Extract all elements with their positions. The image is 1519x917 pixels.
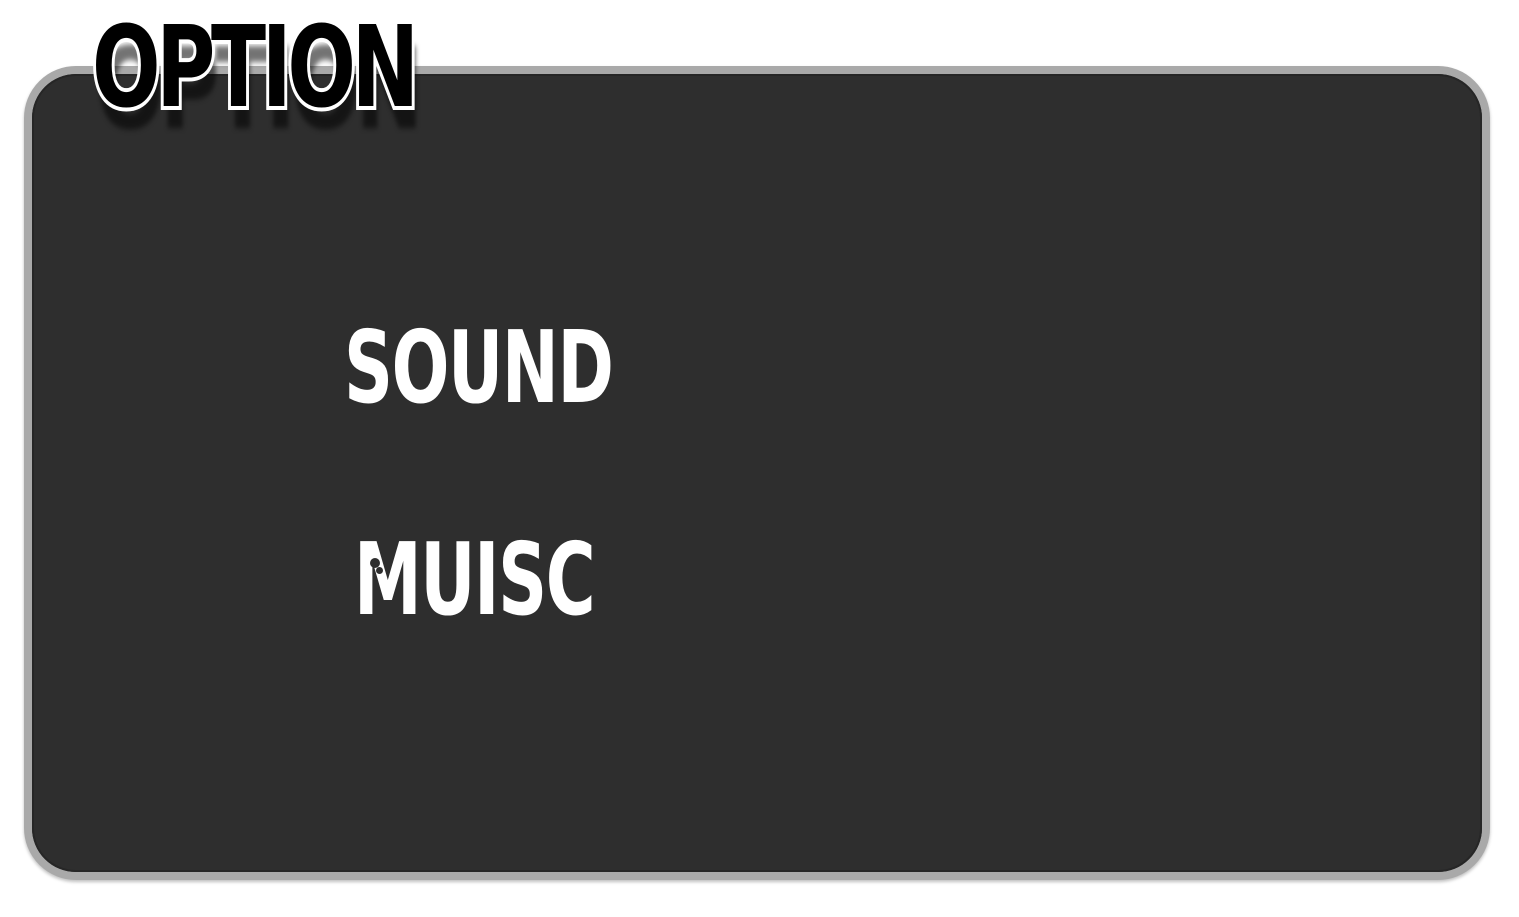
sound-option-button[interactable]: SOUND <box>344 318 614 418</box>
paint-splatter-icon <box>376 567 383 574</box>
panel-inner-edge <box>32 74 1482 872</box>
options-screen: OPTION OPTION SOUND MUISC <box>0 0 1519 917</box>
page-title: OPTION <box>89 3 422 133</box>
music-option-button[interactable]: MUISC <box>354 530 596 630</box>
options-panel <box>24 66 1490 880</box>
